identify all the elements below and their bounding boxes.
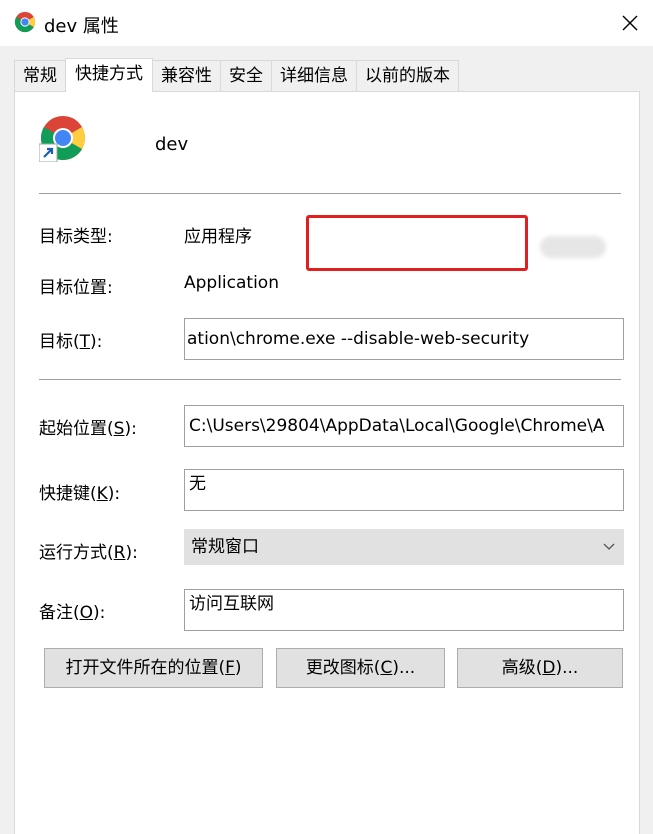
- shortcut-panel: dev 目标类型: 应用程序 目标位置: Application 目标(T): …: [14, 91, 640, 834]
- change-icon-button[interactable]: 更改图标(C)...: [276, 648, 445, 688]
- run-select-value: 常规窗口: [191, 537, 259, 557]
- tab-details[interactable]: 详细信息: [271, 60, 357, 92]
- start-in-label: 起始位置(S):: [39, 419, 137, 439]
- open-file-location-button[interactable]: 打开文件所在的位置(F): [44, 648, 263, 688]
- close-icon: [622, 15, 638, 31]
- shortcut-name: dev: [155, 134, 189, 155]
- comment-input[interactable]: 访问互联网: [184, 589, 624, 631]
- tab-compatibility[interactable]: 兼容性: [152, 60, 221, 92]
- target-location-label: 目标位置:: [39, 278, 113, 298]
- title-bar: dev 属性: [0, 0, 653, 46]
- window-title: dev 属性: [44, 16, 119, 37]
- run-label: 运行方式(R):: [39, 543, 138, 563]
- tab-general[interactable]: 常规: [14, 60, 66, 92]
- tab-previous-versions[interactable]: 以前的版本: [356, 60, 459, 92]
- tab-shortcut[interactable]: 快捷方式: [65, 58, 153, 92]
- close-button[interactable]: [607, 0, 653, 46]
- target-type-label: 目标类型:: [39, 227, 113, 247]
- hotkey-label: 快捷键(K):: [39, 484, 121, 504]
- start-in-input[interactable]: C:\Users\29804\AppData\Local\Google\Chro…: [184, 405, 624, 447]
- divider: [39, 379, 621, 380]
- target-location-value: Application: [184, 273, 279, 293]
- target-label: 目标(T):: [39, 332, 103, 352]
- advanced-button[interactable]: 高级(D)...: [457, 648, 623, 688]
- divider: [39, 193, 621, 194]
- run-select[interactable]: 常规窗口: [184, 529, 624, 565]
- target-input[interactable]: ation\chrome.exe --disable-web-security: [184, 318, 624, 360]
- hotkey-input[interactable]: 无: [184, 469, 624, 511]
- chevron-down-icon: [603, 543, 615, 550]
- tab-security[interactable]: 安全: [220, 60, 272, 92]
- comment-label: 备注(O):: [39, 603, 106, 623]
- redacted-area: [540, 236, 606, 258]
- chrome-shortcut-icon: [39, 116, 85, 162]
- target-type-value: 应用程序: [184, 227, 252, 247]
- chrome-icon: [14, 11, 36, 33]
- tab-strip: 常规 快捷方式 兼容性 安全 详细信息 以前的版本: [14, 58, 459, 92]
